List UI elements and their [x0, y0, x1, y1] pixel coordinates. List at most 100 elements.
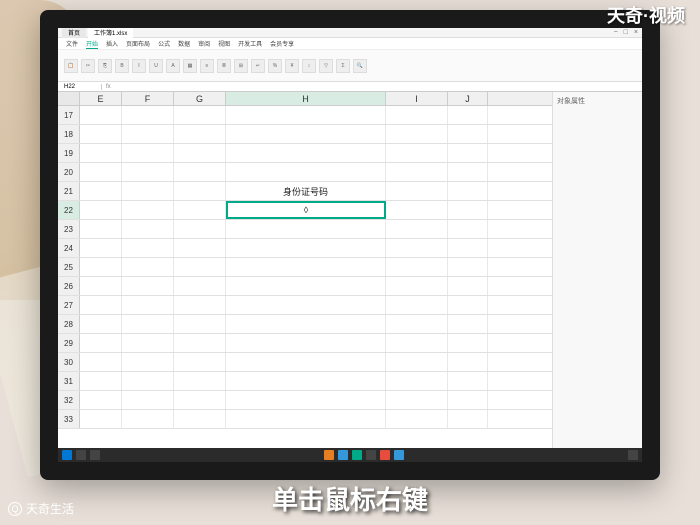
align-left-button[interactable]: ≡: [200, 59, 214, 73]
cell-J20[interactable]: [448, 163, 488, 181]
cell-I29[interactable]: [386, 334, 448, 352]
cell-H33[interactable]: [226, 410, 386, 428]
cell-F26[interactable]: [122, 277, 174, 295]
cell-I26[interactable]: [386, 277, 448, 295]
find-button[interactable]: 🔍: [353, 59, 367, 73]
cell-G29[interactable]: [174, 334, 226, 352]
cell-F30[interactable]: [122, 353, 174, 371]
cell-G17[interactable]: [174, 106, 226, 124]
cell-F18[interactable]: [122, 125, 174, 143]
cell-F28[interactable]: [122, 315, 174, 333]
ribbon-tab-formula[interactable]: 公式: [158, 39, 170, 48]
cell-F27[interactable]: [122, 296, 174, 314]
cell-I28[interactable]: [386, 315, 448, 333]
cell-G31[interactable]: [174, 372, 226, 390]
cell-I21[interactable]: [386, 182, 448, 200]
cell-H29[interactable]: [226, 334, 386, 352]
merge-button[interactable]: ⊞: [234, 59, 248, 73]
col-header-G[interactable]: G: [174, 92, 226, 105]
cell-H31[interactable]: [226, 372, 386, 390]
ribbon-tab-insert[interactable]: 插入: [106, 39, 118, 48]
cell-G28[interactable]: [174, 315, 226, 333]
cell-E21[interactable]: [80, 182, 122, 200]
sum-button[interactable]: Σ: [336, 59, 350, 73]
cell-I22[interactable]: [386, 201, 448, 219]
cell-J32[interactable]: [448, 391, 488, 409]
ribbon-tab-view[interactable]: 视图: [218, 39, 230, 48]
fx-icon[interactable]: fx: [102, 84, 115, 90]
cell-I30[interactable]: [386, 353, 448, 371]
cell-J31[interactable]: [448, 372, 488, 390]
col-header-F[interactable]: F: [122, 92, 174, 105]
taskbar-app-5[interactable]: [380, 450, 390, 460]
cell-F23[interactable]: [122, 220, 174, 238]
cell-J30[interactable]: [448, 353, 488, 371]
cell-J23[interactable]: [448, 220, 488, 238]
cell-I20[interactable]: [386, 163, 448, 181]
ribbon-tab-dev[interactable]: 开发工具: [238, 39, 262, 48]
cell-F25[interactable]: [122, 258, 174, 276]
close-button[interactable]: ×: [634, 29, 638, 36]
cell-G24[interactable]: [174, 239, 226, 257]
cell-J19[interactable]: [448, 144, 488, 162]
cell-G18[interactable]: [174, 125, 226, 143]
taskbar-app-3[interactable]: [352, 450, 362, 460]
cell-E22[interactable]: [80, 201, 122, 219]
col-header-E[interactable]: E: [80, 92, 122, 105]
cell-E27[interactable]: [80, 296, 122, 314]
cell-G21[interactable]: [174, 182, 226, 200]
sort-button[interactable]: ↕: [302, 59, 316, 73]
ribbon-tab-file[interactable]: 文件: [66, 39, 78, 48]
row-header-26[interactable]: 26: [58, 277, 80, 295]
row-header-24[interactable]: 24: [58, 239, 80, 257]
cell-J26[interactable]: [448, 277, 488, 295]
minimize-button[interactable]: −: [614, 29, 618, 36]
taskview-icon[interactable]: [90, 450, 100, 460]
wrap-button[interactable]: ↵: [251, 59, 265, 73]
row-header-20[interactable]: 20: [58, 163, 80, 181]
cell-E32[interactable]: [80, 391, 122, 409]
row-header-18[interactable]: 18: [58, 125, 80, 143]
paste-button[interactable]: 📋: [64, 59, 78, 73]
cell-G32[interactable]: [174, 391, 226, 409]
cell-J21[interactable]: [448, 182, 488, 200]
cell-H32[interactable]: [226, 391, 386, 409]
cut-button[interactable]: ✂: [81, 59, 95, 73]
cell-H18[interactable]: [226, 125, 386, 143]
cell-E26[interactable]: [80, 277, 122, 295]
cell-F24[interactable]: [122, 239, 174, 257]
cell-F33[interactable]: [122, 410, 174, 428]
cell-H19[interactable]: [226, 144, 386, 162]
cell-G33[interactable]: [174, 410, 226, 428]
cell-F19[interactable]: [122, 144, 174, 162]
copy-button[interactable]: ⎘: [98, 59, 112, 73]
cell-J28[interactable]: [448, 315, 488, 333]
cell-F17[interactable]: [122, 106, 174, 124]
cell-G20[interactable]: [174, 163, 226, 181]
cell-J24[interactable]: [448, 239, 488, 257]
cell-G22[interactable]: [174, 201, 226, 219]
row-header-30[interactable]: 30: [58, 353, 80, 371]
cell-H20[interactable]: [226, 163, 386, 181]
file-tab-workbook[interactable]: 工作簿1.xlsx: [88, 28, 133, 38]
cell-E23[interactable]: [80, 220, 122, 238]
cell-I18[interactable]: [386, 125, 448, 143]
cell-J17[interactable]: [448, 106, 488, 124]
cell-G27[interactable]: [174, 296, 226, 314]
cell-J33[interactable]: [448, 410, 488, 428]
cell-J18[interactable]: [448, 125, 488, 143]
row-header-21[interactable]: 21: [58, 182, 80, 200]
align-center-button[interactable]: ≣: [217, 59, 231, 73]
ribbon-tab-layout[interactable]: 页面布局: [126, 39, 150, 48]
cell-J27[interactable]: [448, 296, 488, 314]
row-header-31[interactable]: 31: [58, 372, 80, 390]
taskbar-app-1[interactable]: [324, 450, 334, 460]
cell-I27[interactable]: [386, 296, 448, 314]
cell-H21[interactable]: 身份证号码: [226, 182, 386, 200]
underline-button[interactable]: U: [149, 59, 163, 73]
cell-I33[interactable]: [386, 410, 448, 428]
cell-I31[interactable]: [386, 372, 448, 390]
spreadsheet-grid[interactable]: E F G H I J 1718192021身份证号码22◊2324252627…: [58, 92, 552, 452]
cell-E17[interactable]: [80, 106, 122, 124]
taskbar-app-2[interactable]: [338, 450, 348, 460]
